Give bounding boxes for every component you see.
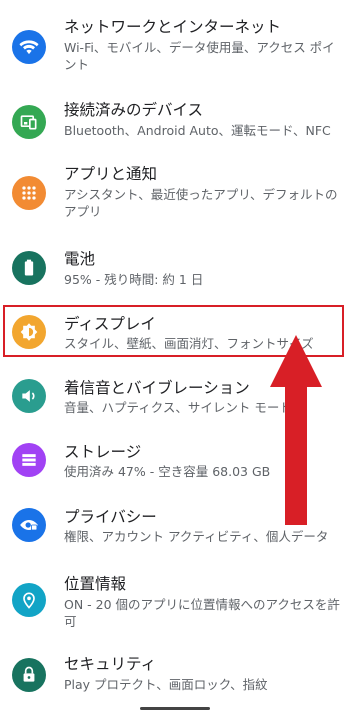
lock-icon [12,658,46,692]
storage-icon [12,443,46,477]
item-title: 電池 [64,250,96,268]
item-title: 接続済みのデバイス [64,101,204,119]
settings-item-location[interactable]: 位置情報 ON - 20 個のアプリに位置情報へのアクセスを許可 [0,573,350,633]
item-subtitle: Bluetooth、Android Auto、運転モード、NFC [64,123,331,138]
settings-item-security[interactable]: セキュリティ Play プロテクト、画面ロック、指紋 [0,655,350,697]
apps-icon [12,176,46,210]
devices-icon [12,105,46,139]
item-title: ディスプレイ [64,315,156,333]
gesture-nav-handle[interactable] [140,707,210,710]
volume-icon [12,379,46,413]
brightness-icon [12,315,46,349]
item-subtitle: アシスタント、最近使ったアプリ、デフォルトのアプリ [64,187,338,219]
settings-item-apps[interactable]: アプリと通知 アシスタント、最近使ったアプリ、デフォルトのアプリ [0,163,350,223]
item-title: 位置情報 [64,575,127,593]
item-title: ネットワークとインターネット [64,18,282,36]
item-title: ストレージ [64,443,142,461]
item-subtitle: Wi-Fi、モバイル、データ使用量、アクセス ポイント [64,40,335,72]
settings-item-network[interactable]: ネットワークとインターネット Wi-Fi、モバイル、データ使用量、アクセス ポイ… [0,16,350,76]
item-title: プライバシー [64,508,157,526]
battery-icon [12,251,46,285]
item-subtitle: 権限、アカウント アクティビティ、個人データ [64,529,329,544]
settings-item-battery[interactable]: 電池 95% - 残り時間: 約 1 日 [0,250,350,292]
settings-item-connected-devices[interactable]: 接続済みのデバイス Bluetooth、Android Auto、運転モード、N… [0,101,350,143]
wifi-icon [12,30,46,64]
item-subtitle: Play プロテクト、画面ロック、指紋 [64,677,268,692]
item-title: セキュリティ [64,655,157,673]
privacy-icon [12,508,46,542]
up-arrow-annotation [270,335,322,525]
location-icon [12,583,46,617]
item-title: アプリと通知 [64,165,158,183]
item-subtitle: 95% - 残り時間: 約 1 日 [64,272,204,287]
item-title: 着信音とバイブレーション [64,379,250,397]
item-subtitle: ON - 20 個のアプリに位置情報へのアクセスを許可 [64,597,340,629]
